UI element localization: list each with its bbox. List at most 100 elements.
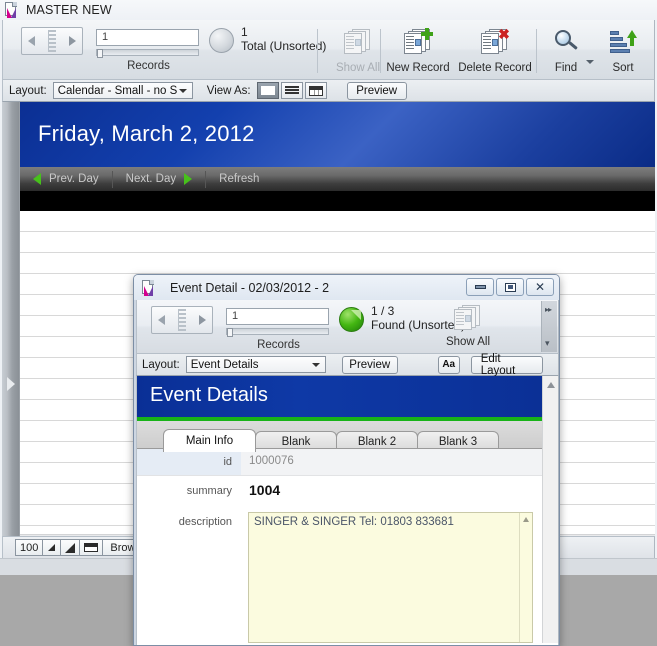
edit-layout-button[interactable]: Edit Layout	[470, 353, 543, 377]
field-row-description: description SINGER & SINGER Tel: 01803 8…	[137, 512, 543, 643]
id-field-label: id	[137, 449, 241, 475]
filemaker-document-icon	[141, 279, 156, 296]
chevron-down-icon	[177, 83, 190, 98]
delete-record-label: Delete Record	[458, 62, 532, 74]
left-scroll-gutter[interactable]	[2, 102, 19, 570]
zoom-out-icon[interactable]	[43, 540, 62, 555]
plus-badge-icon	[421, 28, 433, 40]
refresh-label: Refresh	[219, 173, 260, 185]
delete-record-icon: ✖	[480, 27, 510, 56]
list-view-icon[interactable]	[280, 82, 303, 99]
next-record-icon[interactable]	[199, 315, 206, 325]
next-day-button[interactable]: Next. Day	[113, 167, 206, 191]
layout-label: Layout:	[9, 84, 47, 97]
sort-label: Sort	[612, 62, 634, 74]
new-record-button[interactable]: New Record	[381, 28, 455, 74]
layout-select[interactable]: Calendar - Small - no Si...	[52, 82, 193, 99]
view-mode-group	[256, 82, 327, 99]
book-spine	[178, 309, 186, 331]
find-dropdown-caret-icon[interactable]	[586, 60, 594, 64]
maximize-icon[interactable]	[496, 278, 524, 296]
close-icon[interactable]: ✕	[526, 278, 554, 296]
dialog-titlebar[interactable]: Event Detail - 02/03/2012 - 2 ✕	[134, 275, 559, 300]
status-toolbar-toggle-icon[interactable]	[80, 540, 104, 555]
zoom-level[interactable]: 100	[16, 540, 44, 555]
dialog-layout-bar: Layout: Event Details Preview Aa Edit La…	[136, 353, 559, 377]
tab-blank-3-label: Blank 3	[438, 436, 478, 448]
description-field-input[interactable]: SINGER & SINGER Tel: 01803 833681	[248, 512, 533, 643]
table-view-icon[interactable]	[304, 82, 327, 99]
dialog-layout-label: Layout:	[142, 358, 180, 371]
book-spine	[48, 30, 56, 52]
dialog-title: Event Detail - 02/03/2012 - 2	[170, 280, 330, 295]
dialog-show-all-label: Show All	[445, 336, 491, 348]
show-all-icon	[453, 304, 483, 332]
prev-day-button[interactable]: Prev. Day	[20, 167, 112, 191]
text-format-button[interactable]: Aa	[437, 355, 460, 374]
record-slider-knob[interactable]	[227, 328, 233, 337]
dialog-records-label: Records	[257, 339, 300, 351]
day-title: Friday, March 2, 2012	[38, 121, 255, 146]
toolbar-overflow-handle[interactable]: ▸▸ ▾	[541, 301, 557, 352]
previous-record-icon[interactable]	[158, 315, 165, 325]
form-view-icon[interactable]	[256, 82, 279, 99]
record-count-label: Total (Unsorted)	[241, 39, 327, 53]
dialog-current-record-input[interactable]: 1	[226, 308, 329, 325]
dialog-record-navigation-group: 1 Records 1 / 3 Found (Unsorted)	[151, 304, 465, 354]
minimize-icon[interactable]	[466, 278, 494, 296]
record-pointer-icon	[7, 377, 15, 391]
fields-panel: id 1000076 summary 1004 description SING…	[137, 449, 543, 643]
prev-day-arrow-icon	[33, 173, 41, 185]
summary-field-label: summary	[186, 485, 232, 497]
preview-button[interactable]: Preview	[346, 81, 407, 100]
calendar-black-separator	[20, 191, 655, 211]
sort-icon	[608, 28, 638, 56]
id-field-value: 1000076	[249, 455, 294, 467]
tab-main-info[interactable]: Main Info	[163, 429, 256, 452]
dialog-show-all-button[interactable]: Show All	[433, 304, 503, 348]
dialog-record-slider[interactable]	[226, 328, 329, 337]
dialog-layout-select-value: Event Details	[190, 358, 259, 371]
zoom-in-icon[interactable]	[61, 540, 81, 555]
calendar-nav-bar: Prev. Day Next. Day Refresh	[20, 167, 655, 191]
find-icon	[551, 28, 581, 56]
toolbar-separator	[317, 29, 318, 73]
main-toolbar: 1 Records 1 Total (Unsorted) Show All Ne…	[2, 20, 655, 80]
filemaker-document-icon	[4, 2, 19, 18]
layout-bar: Layout: Calendar - Small - no Si... View…	[2, 80, 655, 102]
found-set-pie-icon	[209, 28, 234, 53]
records-label: Records	[127, 60, 170, 72]
tab-blank-2-label: Blank 2	[357, 436, 397, 448]
new-record-label: New Record	[386, 62, 450, 74]
view-as-label: View As:	[206, 84, 251, 97]
next-record-icon[interactable]	[69, 36, 76, 46]
scroll-up-icon[interactable]	[523, 517, 529, 522]
event-details-title: Event Details	[150, 384, 268, 406]
show-all-icon	[343, 28, 373, 56]
record-book-control[interactable]	[21, 27, 83, 55]
find-button[interactable]: Find	[538, 28, 594, 74]
layout-select-value: Calendar - Small - no Si...	[57, 84, 177, 97]
main-window-titlebar[interactable]: MASTER NEW	[0, 0, 657, 20]
description-scrollbar[interactable]	[519, 513, 532, 642]
current-record-input[interactable]: 1	[96, 29, 199, 46]
record-slider[interactable]	[96, 49, 199, 58]
record-slider-knob[interactable]	[97, 49, 103, 58]
dialog-record-count-number: 1 / 3	[371, 304, 395, 318]
dialog-record-book-control[interactable]	[151, 306, 213, 334]
summary-field-value[interactable]: 1004	[249, 482, 280, 498]
dialog-layout-select[interactable]: Event Details	[185, 356, 326, 373]
dialog-preview-button[interactable]: Preview	[341, 355, 398, 374]
dialog-found-set-pie-icon	[339, 307, 364, 332]
scroll-up-icon[interactable]	[547, 382, 555, 388]
refresh-button[interactable]: Refresh	[206, 167, 272, 191]
screen: MASTER NEW 1 Records 1 Total (Unsorted)	[0, 0, 657, 646]
dialog-window-controls: ✕	[466, 278, 554, 296]
dialog-vertical-scrollbar[interactable]	[542, 376, 558, 643]
prev-day-label: Prev. Day	[49, 173, 99, 185]
sort-button[interactable]: Sort	[595, 28, 651, 74]
delete-record-button[interactable]: ✖ Delete Record	[455, 27, 535, 74]
previous-record-icon[interactable]	[28, 36, 35, 46]
dialog-toolbar: 1 Records 1 / 3 Found (Unsorted) Show Al…	[136, 300, 559, 354]
event-details-header: Event Details	[137, 376, 543, 417]
